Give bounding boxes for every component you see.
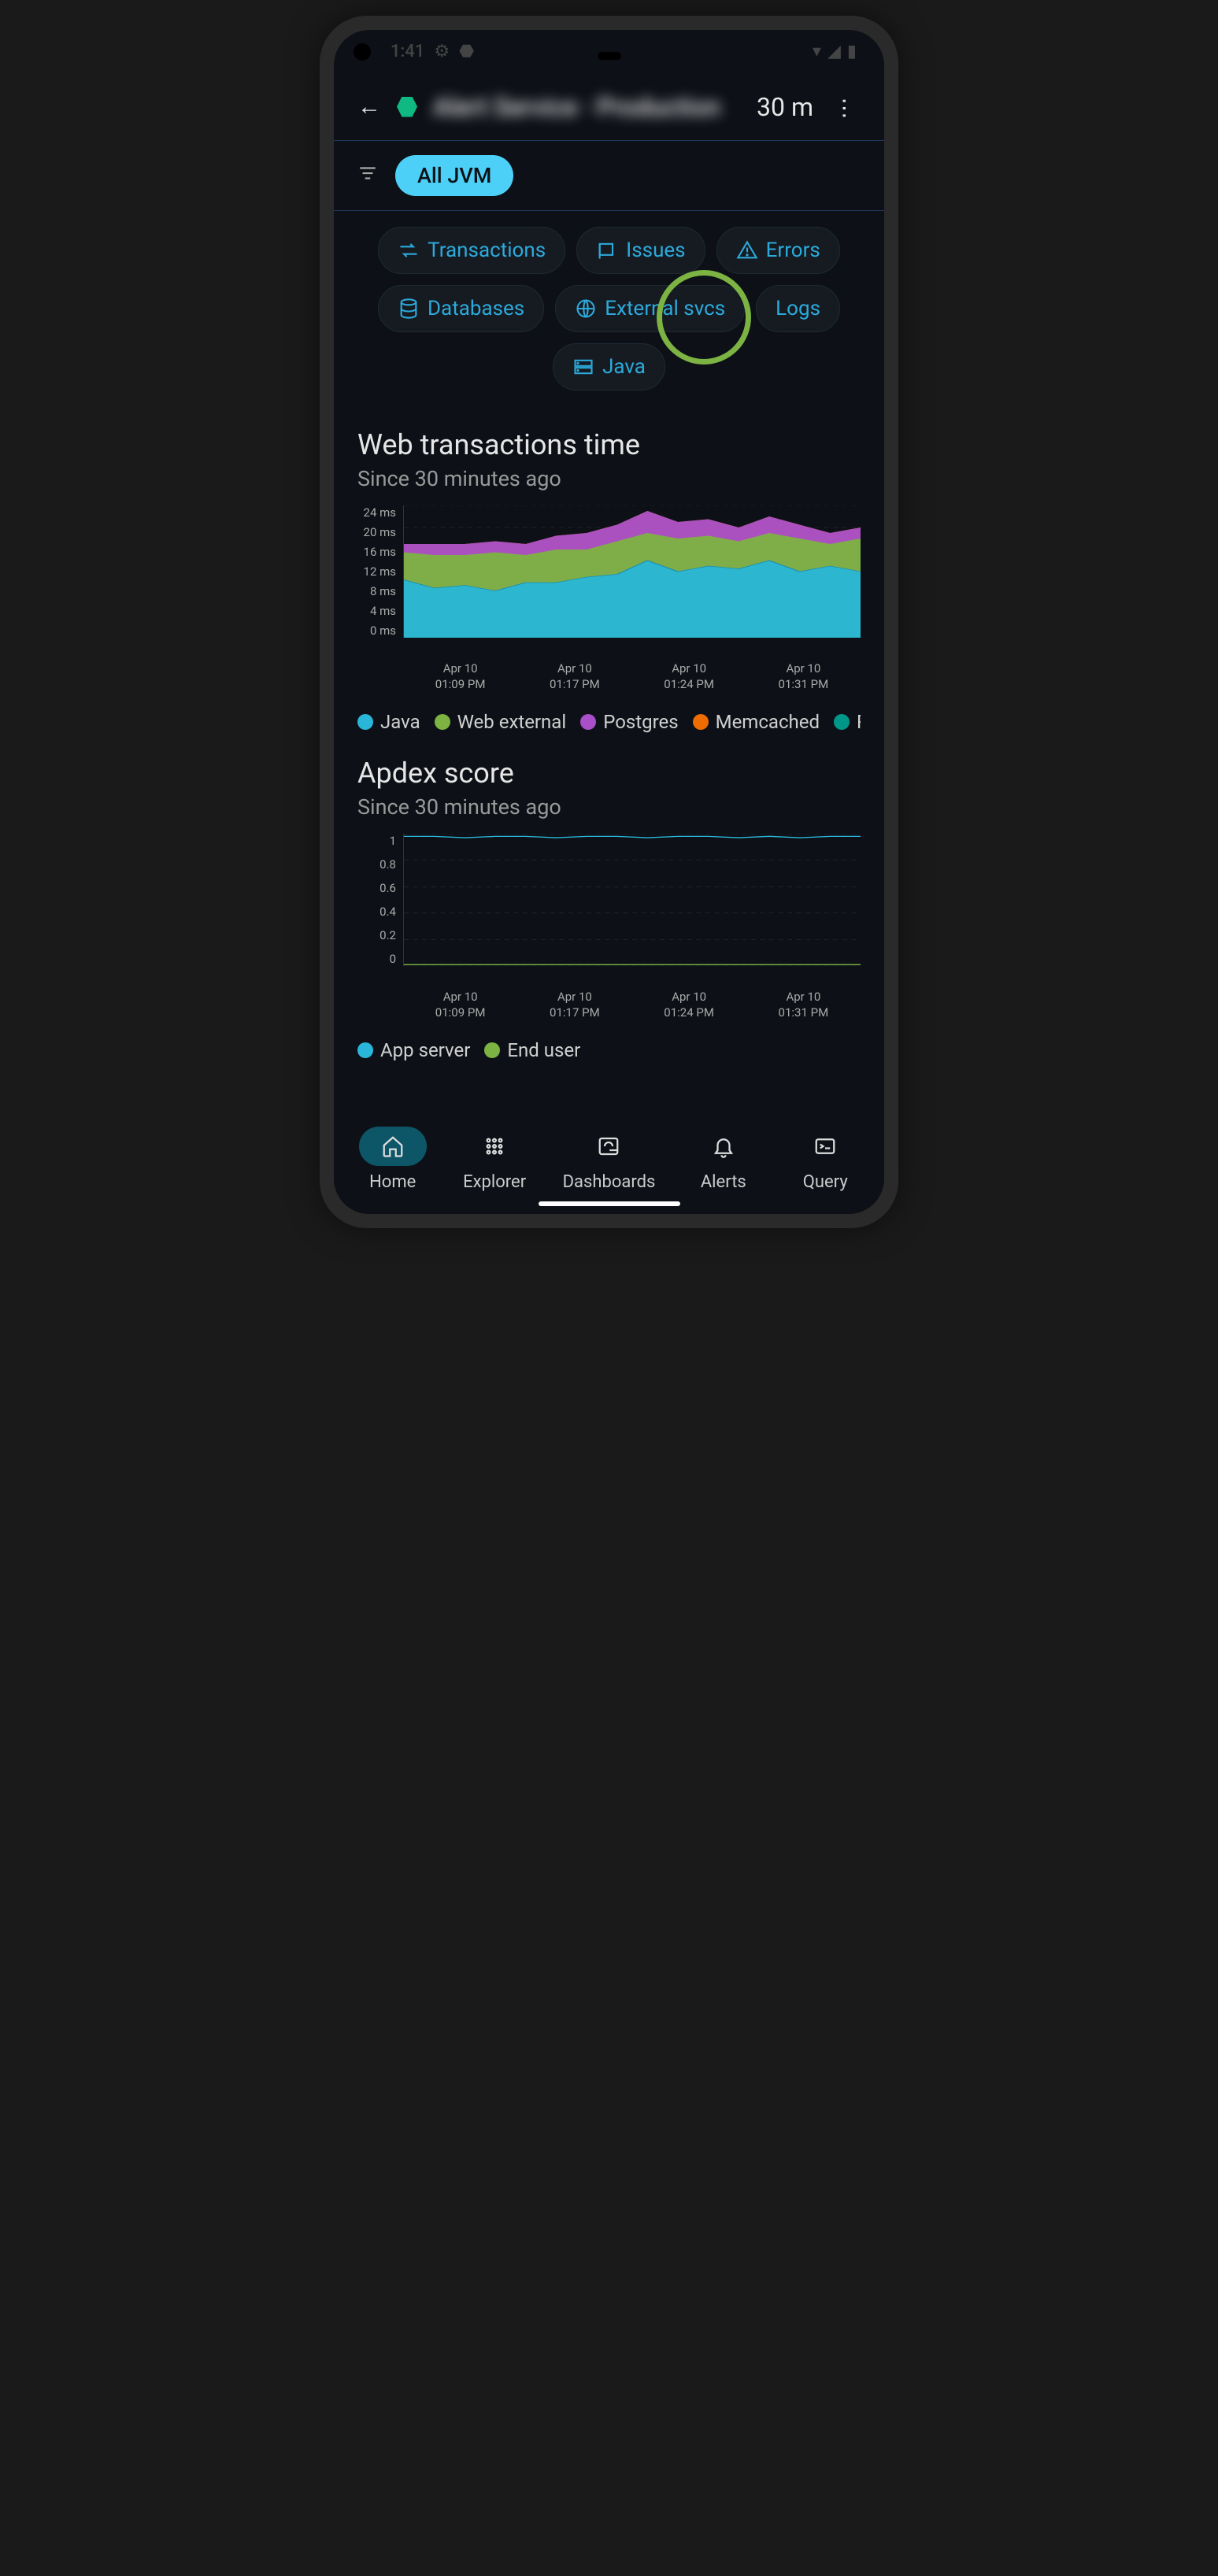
chip-label: External svcs (605, 297, 725, 320)
legend-label: Postgres (603, 711, 678, 733)
chart2-x-axis: Apr 1001:09 PMApr 1001:17 PMApr 1001:24 … (357, 990, 861, 1020)
legend-item[interactable]: Web external (435, 711, 567, 733)
chart2-subtitle: Since 30 minutes ago (357, 794, 861, 820)
nav-home[interactable]: Home (359, 1127, 427, 1192)
chip-logs[interactable]: Logs (756, 285, 840, 332)
status-bar: 1:41 ⚙ ⬣ ▾ ◢ ▮ (334, 30, 884, 73)
chip-label: Errors (766, 239, 820, 262)
nav-explorer[interactable]: Explorer (461, 1127, 528, 1192)
chart-web-transactions[interactable]: 24 ms20 ms16 ms12 ms8 ms4 ms0 ms (357, 505, 861, 655)
legend-dot (834, 714, 850, 730)
nav-label: Home (369, 1172, 416, 1192)
chip-transactions[interactable]: Transactions (378, 227, 565, 274)
chart1-plot (403, 505, 861, 638)
chip-java[interactable]: Java (553, 343, 665, 390)
chart1-subtitle: Since 30 minutes ago (357, 466, 861, 491)
signal-icon: ◢ (827, 42, 841, 61)
gear-icon: ⚙ (434, 42, 450, 61)
chart1-y-axis: 24 ms20 ms16 ms12 ms8 ms4 ms0 ms (357, 505, 401, 638)
chart1-x-axis: Apr 1001:09 PMApr 1001:17 PMApr 1001:24 … (357, 661, 861, 692)
camera-cutout (354, 43, 371, 61)
chip-label: Transactions (428, 239, 546, 262)
legend-label: Memcached (716, 711, 820, 733)
chart2-plot (403, 834, 861, 966)
entity-hex-icon (397, 97, 417, 117)
legend-dot (435, 714, 450, 730)
filter-pill-jvm[interactable]: All JVM (395, 155, 513, 196)
chip-label: Java (602, 355, 646, 379)
nav-label: Alerts (701, 1172, 746, 1192)
legend-label: End user (507, 1039, 580, 1061)
app-title[interactable]: Alert Service · Production (433, 92, 741, 122)
nav-label: Explorer (463, 1172, 526, 1192)
nav-label: Dashboards (563, 1172, 656, 1192)
navigation-chips: Transactions Issues Errors Databases Ext… (334, 211, 884, 398)
phone-screen: 1:41 ⚙ ⬣ ▾ ◢ ▮ ← Alert Service · Product… (334, 30, 884, 1214)
legend-dot (580, 714, 596, 730)
chip-errors[interactable]: Errors (716, 227, 840, 274)
chip-issues[interactable]: Issues (576, 227, 705, 274)
status-time: 1:41 (391, 42, 424, 61)
legend-item[interactable]: App server (357, 1039, 470, 1061)
app-header: ← Alert Service · Production 30 m ⋯ (334, 73, 884, 140)
terminal-icon (813, 1134, 837, 1158)
chart-apdex[interactable]: 10.80.60.40.20 (357, 834, 861, 983)
legend-dot (693, 714, 709, 730)
content-scroll[interactable]: Web transactions time Since 30 minutes a… (334, 398, 884, 1114)
dashboard-icon (597, 1134, 620, 1158)
filter-bar: All JVM (334, 140, 884, 211)
chart1-legend: Java Web external Postgres Memcached Re (357, 711, 861, 733)
chip-databases[interactable]: Databases (378, 285, 544, 332)
shield-icon: ⬣ (459, 42, 474, 61)
chip-label: Databases (428, 297, 524, 320)
legend-label: Re (857, 711, 861, 733)
chart1-title: Web transactions time (357, 428, 861, 461)
legend-dot (484, 1042, 500, 1058)
nav-query[interactable]: Query (791, 1127, 859, 1192)
chip-label: Issues (626, 239, 685, 262)
legend-item[interactable]: End user (484, 1039, 580, 1061)
battery-icon: ▮ (847, 42, 857, 61)
nav-dashboards[interactable]: Dashboards (563, 1127, 656, 1192)
wifi-icon: ▾ (813, 42, 821, 61)
speaker-cutout (598, 52, 621, 60)
bottom-navigation: Home Explorer Dashboards Alerts Query (334, 1114, 884, 1214)
back-arrow-icon[interactable]: ← (357, 93, 381, 120)
chip-external-svcs[interactable]: External svcs (555, 285, 745, 332)
legend-item[interactable]: Postgres (580, 711, 678, 733)
legend-dot (357, 1042, 373, 1058)
phone-frame: 1:41 ⚙ ⬣ ▾ ◢ ▮ ← Alert Service · Product… (320, 16, 898, 1228)
chip-label: Logs (776, 297, 820, 320)
legend-item[interactable]: Re (834, 711, 861, 733)
legend-label: App server (380, 1039, 470, 1061)
legend-item[interactable]: Memcached (693, 711, 820, 733)
legend-dot (357, 714, 373, 730)
nav-label: Query (803, 1172, 848, 1192)
legend-label: Java (380, 711, 420, 733)
more-menu-icon[interactable]: ⋯ (832, 91, 858, 123)
filter-icon[interactable] (357, 163, 378, 188)
time-range-selector[interactable]: 30 m (757, 92, 813, 122)
legend-item[interactable]: Java (357, 711, 420, 733)
bell-icon (712, 1134, 735, 1158)
legend-label: Web external (457, 711, 567, 733)
chart2-title: Apdex score (357, 757, 861, 790)
chart2-legend: App server End user (357, 1039, 861, 1061)
home-indicator[interactable] (539, 1201, 680, 1206)
home-icon (381, 1134, 405, 1158)
nav-alerts[interactable]: Alerts (690, 1127, 757, 1192)
grid-icon (483, 1134, 506, 1158)
chart2-y-axis: 10.80.60.40.20 (357, 834, 401, 966)
